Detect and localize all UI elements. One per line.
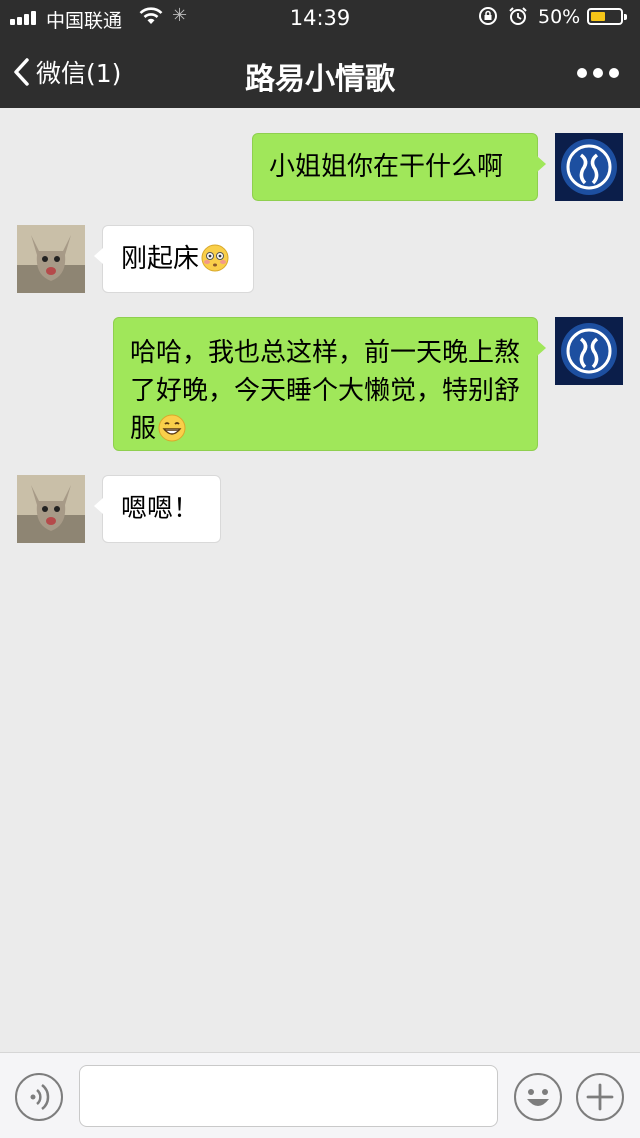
flushed-face-emoji-icon	[201, 244, 229, 272]
input-bar	[0, 1052, 640, 1138]
message-row: 哈哈，我也总这样，前一天晚上熬了好晚，今天睡个大懒觉，特别舒服	[0, 317, 640, 457]
chat-title: 路易小情歌	[245, 62, 395, 97]
message-bubble[interactable]: 刚起床	[94, 225, 254, 293]
message-input[interactable]	[79, 1065, 498, 1127]
plus-icon	[586, 1083, 614, 1111]
emoji-icon	[527, 1089, 549, 1106]
message-text: 哈哈，我也总这样，前一天晚上熬了好晚，今天睡个大懒觉，特别舒服	[130, 338, 521, 444]
more-dots-icon	[577, 68, 619, 78]
message-text: 嗯嗯！	[121, 494, 200, 524]
message-row: 嗯嗯！	[0, 475, 640, 550]
more-button[interactable]	[572, 62, 624, 84]
message-bubble[interactable]: 哈哈，我也总这样，前一天晚上熬了好晚，今天睡个大懒觉，特别舒服	[113, 317, 546, 451]
top-bar: 中国联通 ✳ 14:39 50% 微信(1) 路易小情歌	[0, 0, 640, 108]
contact-avatar[interactable]	[17, 225, 85, 293]
contact-avatar[interactable]	[17, 475, 85, 543]
my-avatar[interactable]	[555, 317, 623, 385]
rotation-lock-icon	[478, 6, 498, 26]
emoji-button[interactable]	[514, 1073, 562, 1121]
alarm-icon	[508, 6, 528, 26]
grinning-face-emoji-icon	[158, 414, 186, 442]
voice-button[interactable]	[15, 1073, 63, 1121]
message-row: 小姐姐你在干什么啊	[0, 130, 640, 205]
message-row: 刚起床	[0, 225, 640, 300]
voice-icon	[30, 1084, 50, 1110]
message-bubble[interactable]: 嗯嗯！	[94, 475, 221, 543]
my-avatar[interactable]	[555, 133, 623, 201]
battery-icon	[587, 8, 627, 25]
message-bubble[interactable]: 小姐姐你在干什么啊	[252, 133, 546, 201]
more-functions-button[interactable]	[576, 1073, 624, 1121]
status-bar: 中国联通 ✳ 14:39 50%	[0, 0, 640, 36]
message-text: 小姐姐你在干什么啊	[269, 152, 504, 182]
message-text: 刚起床	[121, 244, 200, 274]
nav-bar: 微信(1) 路易小情歌	[0, 36, 640, 108]
battery-percent: 50%	[538, 6, 581, 28]
